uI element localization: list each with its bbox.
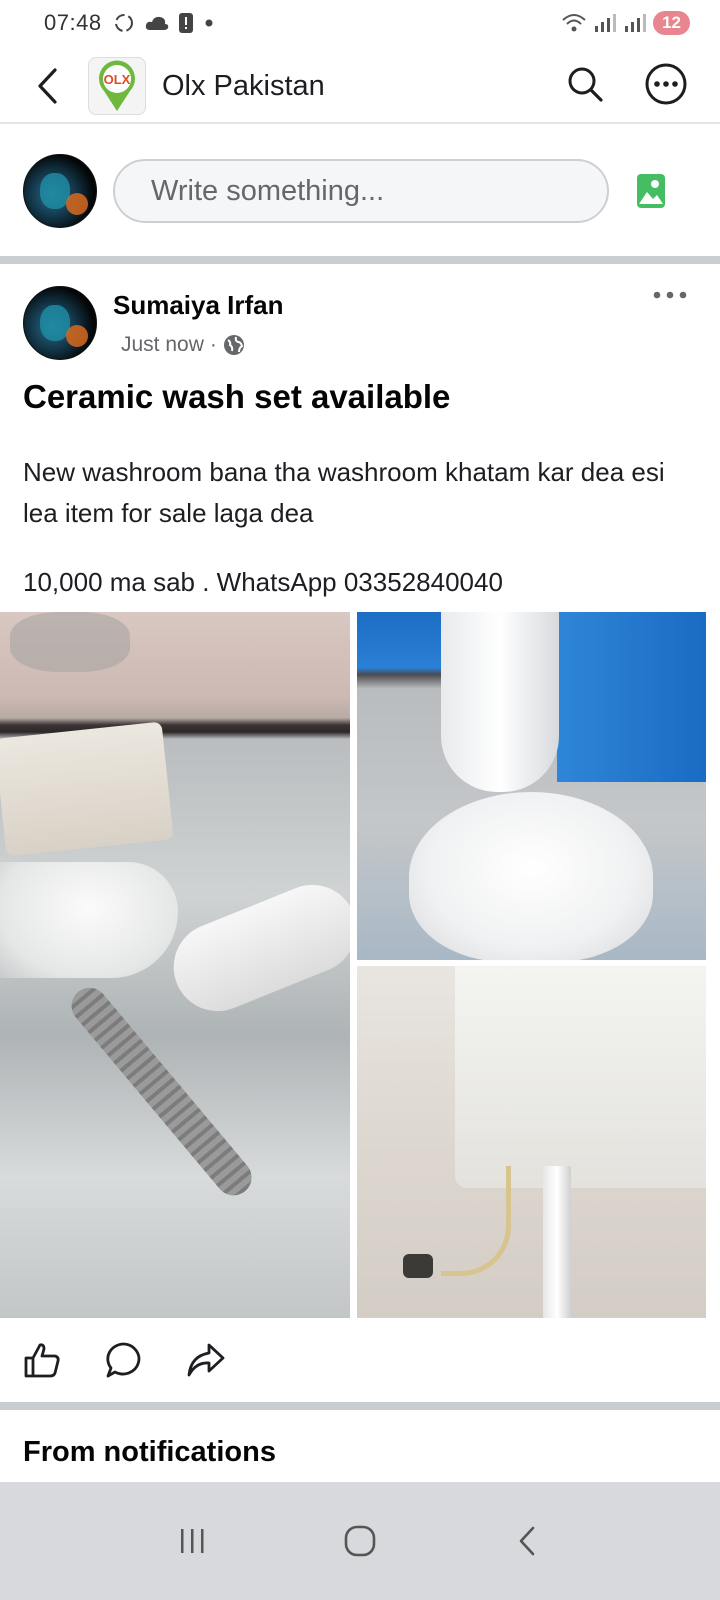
meta-separator: · <box>209 333 217 356</box>
status-time: 07:48 <box>44 10 102 35</box>
home-button[interactable] <box>330 1511 390 1571</box>
post-body: New washroom bana tha washroom khatam ka… <box>23 452 693 603</box>
olx-logo-icon: OLX <box>99 60 135 111</box>
post-photo-1[interactable] <box>0 612 350 1318</box>
signal-2-icon <box>625 14 647 32</box>
olx-logo-text: OLX <box>104 72 131 87</box>
group-logo[interactable]: OLX <box>88 57 146 115</box>
post-photo-2[interactable] <box>357 612 706 960</box>
cloud-icon <box>145 16 168 30</box>
post-title: Ceramic wash set available <box>23 378 451 415</box>
section-divider <box>0 1402 720 1410</box>
globe-icon <box>223 335 244 355</box>
post-author-name[interactable]: Sumaiya Irfan <box>113 290 284 321</box>
post-body-line: New washroom bana tha washroom khatam ka… <box>23 457 665 528</box>
from-notifications-heading: From notifications <box>23 1436 276 1468</box>
more-options-button[interactable] <box>644 62 688 111</box>
signal-1-icon <box>595 14 617 32</box>
status-bar: 07:48 12 <box>0 0 720 46</box>
comment-icon <box>106 1342 141 1378</box>
alert-icon <box>178 13 193 33</box>
dot-icon <box>205 19 213 27</box>
post-timestamp[interactable]: Just now <box>121 333 204 357</box>
photo-icon <box>637 174 665 208</box>
share-icon <box>187 1343 225 1377</box>
comment-button[interactable] <box>102 1332 146 1388</box>
like-button[interactable] <box>20 1332 64 1388</box>
post-header: Sumaiya Irfan Just now · <box>0 286 720 362</box>
author-avatar[interactable] <box>23 286 97 360</box>
sync-icon <box>114 14 133 32</box>
more-horizontal-icon <box>653 291 687 299</box>
status-right-icons: 12 <box>561 11 690 35</box>
thumbs-up-icon <box>24 1343 60 1378</box>
search-button[interactable] <box>566 65 604 108</box>
recent-apps-button[interactable] <box>163 1511 223 1571</box>
recent-apps-icon <box>181 1529 204 1553</box>
home-icon <box>344 1525 376 1557</box>
user-avatar[interactable] <box>23 154 97 228</box>
more-options-icon <box>645 63 687 104</box>
post-meta: Just now · <box>121 333 284 357</box>
back-button[interactable] <box>22 56 72 116</box>
add-photo-button[interactable] <box>635 173 667 209</box>
post-composer: Write something... <box>0 124 720 258</box>
system-back-icon <box>519 1526 534 1556</box>
section-divider <box>0 256 720 264</box>
post-photo-3[interactable] <box>357 966 706 1318</box>
post-body-line: 10,000 ma sab . WhatsApp 03352840040 <box>23 567 503 597</box>
post-actions <box>0 1332 720 1388</box>
battery-indicator: 12 <box>653 11 690 35</box>
search-icon <box>568 67 603 102</box>
wifi-calling-icon <box>562 14 586 32</box>
group-name: Olx Pakistan <box>162 69 325 102</box>
system-navigation-bar <box>0 1482 720 1600</box>
group-header: OLX Olx Pakistan <box>0 50 720 124</box>
post-options-button[interactable] <box>652 288 688 306</box>
system-back-button[interactable] <box>497 1511 557 1571</box>
status-notification-icons <box>112 12 216 34</box>
share-button[interactable] <box>184 1332 228 1388</box>
back-arrow-icon <box>38 68 57 104</box>
write-something-input[interactable]: Write something... <box>113 159 609 223</box>
